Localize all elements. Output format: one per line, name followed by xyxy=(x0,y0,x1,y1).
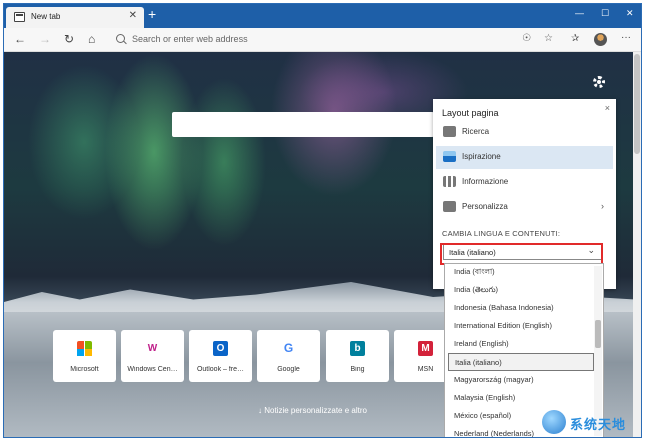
option-label: Personalizza xyxy=(462,202,508,211)
layout-option-personalizza[interactable]: Personalizza › xyxy=(436,196,613,219)
search-icon xyxy=(116,34,125,43)
option-label: Ricerca xyxy=(462,127,490,136)
tile-windows-central[interactable]: W Windows Cen… xyxy=(121,330,184,382)
favorite-star-icon[interactable]: ☆ xyxy=(544,34,553,44)
read-aloud-icon[interactable]: ☉ xyxy=(522,34,531,44)
language-option[interactable]: Ireland (English) xyxy=(448,335,594,353)
refresh-button[interactable]: ↻ xyxy=(64,33,74,45)
chevron-right-icon: › xyxy=(601,201,604,211)
more-menu-button[interactable]: ··· xyxy=(621,32,631,43)
page-scrollbar-thumb[interactable] xyxy=(634,54,640,154)
gear-icon[interactable] xyxy=(593,76,605,88)
tile-label: Google xyxy=(277,366,300,373)
tab-new-tab[interactable]: New tab ✕ xyxy=(6,7,144,28)
language-option[interactable]: Magyarország (magyar) xyxy=(448,371,594,389)
close-icon[interactable]: × xyxy=(605,103,610,113)
tile-label: Bing xyxy=(350,366,365,373)
language-option-selected[interactable]: Italia (italiano) xyxy=(448,353,594,371)
profile-avatar[interactable] xyxy=(594,33,607,46)
forward-button[interactable]: → xyxy=(39,33,51,45)
panel-title: Layout pagina xyxy=(442,108,499,118)
maximize-button[interactable]: ☐ xyxy=(601,8,609,19)
annotation-highlight xyxy=(440,243,603,265)
address-bar[interactable]: Search or enter web address xyxy=(110,31,610,49)
minimize-button[interactable]: — xyxy=(575,8,584,18)
language-section-label: CAMBIA LINGUA E CONTENUTI: xyxy=(442,229,561,238)
dropdown-scrollbar-thumb[interactable] xyxy=(595,320,601,348)
tile-label: Outlook – fre… xyxy=(196,366,245,373)
address-placeholder: Search or enter web address xyxy=(132,34,248,44)
bing-logo-icon: b xyxy=(350,341,365,356)
new-tab-button[interactable]: + xyxy=(148,7,156,21)
language-option[interactable]: India (বাংলা) xyxy=(448,264,594,281)
microsoft-logo-icon xyxy=(77,341,92,356)
favorites-hub-icon[interactable]: ✰ xyxy=(571,34,579,44)
home-button[interactable]: ⌂ xyxy=(88,33,95,45)
watermark-text: 系统天地 xyxy=(570,417,627,432)
language-option[interactable]: Malaysia (English) xyxy=(448,389,594,407)
google-logo-icon: G xyxy=(283,341,294,355)
tile-label: Windows Cen… xyxy=(127,366,178,373)
toolbar: ← → ↻ ⌂ Search or enter web address ☉ ☆ … xyxy=(4,28,641,52)
close-window-button[interactable]: ✕ xyxy=(626,8,634,19)
msn-logo-icon: M xyxy=(418,341,433,356)
new-tab-page-icon xyxy=(14,12,25,22)
page-scrollbar[interactable] xyxy=(633,52,641,437)
info-layout-icon xyxy=(443,176,456,187)
tab-close-button[interactable]: ✕ xyxy=(129,10,137,21)
option-label: Ispirazione xyxy=(462,152,501,161)
tile-label: Microsoft xyxy=(70,366,99,373)
web-search-box[interactable] xyxy=(172,112,434,137)
tile-google[interactable]: G Google xyxy=(257,330,320,382)
language-option[interactable]: India (తెలుగు) xyxy=(448,281,594,299)
back-button[interactable]: ← xyxy=(14,33,26,45)
pencil-icon xyxy=(443,201,456,212)
language-option[interactable]: Indonesia (Bahasa Indonesia) xyxy=(448,299,594,317)
outlook-logo-icon: O xyxy=(213,341,228,356)
tab-title: New tab xyxy=(31,12,61,21)
layout-option-ricerca[interactable]: Ricerca xyxy=(436,121,613,144)
layout-option-ispirazione[interactable]: Ispirazione xyxy=(436,146,613,169)
news-link[interactable]: ↓ Notizie personalizzate e altro xyxy=(258,406,367,415)
image-layout-icon xyxy=(443,151,456,162)
layout-option-informazione[interactable]: Informazione xyxy=(436,171,613,194)
globe-icon xyxy=(542,410,566,434)
windows-central-logo-icon: W xyxy=(147,343,158,354)
tile-microsoft[interactable]: Microsoft xyxy=(53,330,116,382)
tile-outlook[interactable]: O Outlook – fre… xyxy=(189,330,252,382)
option-label: Informazione xyxy=(462,177,509,186)
title-bar: New tab ✕ + — ☐ ✕ xyxy=(4,4,641,28)
site-watermark: 系统天地 xyxy=(540,408,640,438)
tile-bing[interactable]: b Bing xyxy=(326,330,389,382)
language-option[interactable]: International Edition (English) xyxy=(448,317,594,335)
browser-window: New tab ✕ + — ☐ ✕ ← → ↻ ⌂ Search or ente… xyxy=(3,3,642,438)
search-layout-icon xyxy=(443,126,456,137)
